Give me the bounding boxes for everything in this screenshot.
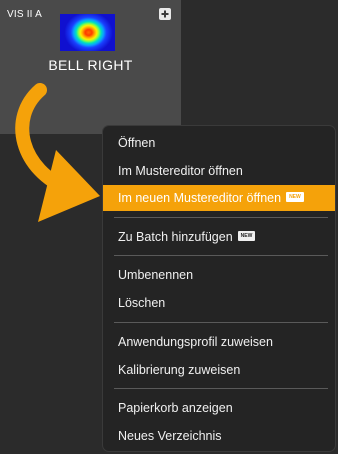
context-menu: Öffnen Im Mustereditor öffnen Im neuen M… [102,125,336,452]
new-badge-icon: NEW [286,192,304,203]
menu-item-label: Anwendungsprofil zuweisen [118,335,273,349]
menu-item-label: Öffnen [118,136,156,150]
menu-item-label: Neues Verzeichnis [118,429,222,443]
menu-item-rename[interactable]: Umbenennen [103,262,335,288]
menu-item-delete[interactable]: Löschen [103,290,335,316]
menu-divider [114,217,328,218]
menu-divider [114,322,328,323]
menu-item-assign-calibration[interactable]: Kalibrierung zuweisen [103,357,335,383]
pattern-tile[interactable]: VIS II A BELL RIGHT [0,0,181,134]
tile-tag: VIS II A [7,9,42,20]
menu-item-open-in-pattern-editor[interactable]: Im Mustereditor öffnen [103,158,335,184]
menu-item-label: Kalibrierung zuweisen [118,363,241,377]
menu-item-assign-application-profile[interactable]: Anwendungsprofil zuweisen [103,329,335,355]
menu-item-new-directory[interactable]: Neues Verzeichnis [103,423,335,449]
tile-title: BELL RIGHT [48,57,133,73]
menu-item-show-trash[interactable]: Papierkorb anzeigen [103,395,335,421]
menu-item-label: Umbenennen [118,268,194,282]
menu-item-label: Papierkorb anzeigen [118,401,233,415]
menu-item-add-to-batch[interactable]: Zu Batch hinzufügen NEW [103,224,335,250]
menu-item-label: Zu Batch hinzufügen [118,230,233,244]
menu-divider [114,255,328,256]
heatmap-thumbnail [60,14,115,51]
plus-icon[interactable] [159,8,171,20]
menu-item-label: Löschen [118,296,166,310]
menu-item-label: Im Mustereditor öffnen [118,164,243,178]
menu-item-open-in-new-pattern-editor[interactable]: Im neuen Mustereditor öffnen NEW [103,185,335,211]
new-badge-icon: NEW [237,231,256,242]
menu-divider [114,388,328,389]
menu-item-open[interactable]: Öffnen [103,130,335,156]
menu-item-label: Im neuen Mustereditor öffnen [118,191,282,205]
